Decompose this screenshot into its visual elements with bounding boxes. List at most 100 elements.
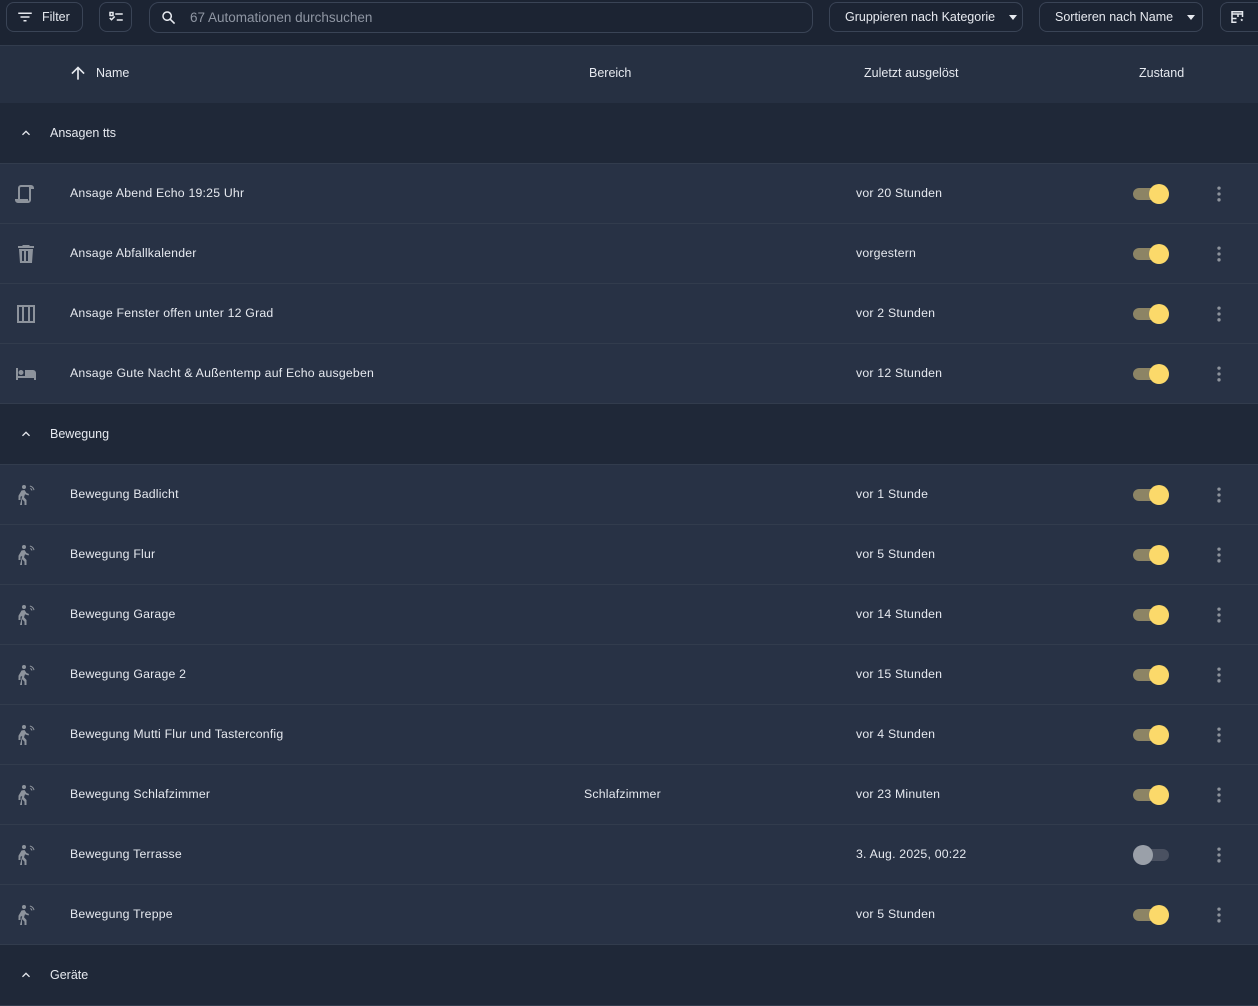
- column-name-header[interactable]: Name: [68, 63, 129, 83]
- automation-name: Bewegung Garage 2: [70, 667, 187, 681]
- search-input[interactable]: [188, 9, 792, 26]
- table-row[interactable]: Ansage Abfallkalender vorgestern: [0, 224, 1258, 284]
- dots-vertical-icon: [1217, 907, 1221, 923]
- overflow-menu-button[interactable]: [1208, 604, 1230, 626]
- table-row[interactable]: Bewegung Flur vor 5 Stunden: [0, 525, 1258, 585]
- table-row[interactable]: Bewegung Terrasse 3. Aug. 2025, 00:22: [0, 825, 1258, 885]
- group-header[interactable]: Bewegung: [0, 404, 1258, 465]
- script-icon: [14, 182, 38, 206]
- overflow-menu-button[interactable]: [1208, 544, 1230, 566]
- overflow-menu-button[interactable]: [1208, 183, 1230, 205]
- automation-last-triggered: vor 20 Stunden: [856, 186, 943, 200]
- dots-vertical-icon: [1217, 246, 1221, 262]
- automation-last-triggered: vor 5 Stunden: [856, 547, 936, 561]
- table-row[interactable]: Bewegung Garage 2 vor 15 Stunden: [0, 645, 1258, 705]
- group-label: Geräte: [50, 968, 89, 982]
- table-row[interactable]: Ansage Abend Echo 19:25 Uhr vor 20 Stunde…: [0, 164, 1258, 224]
- automation-enabled-toggle[interactable]: [1133, 484, 1171, 506]
- automation-last-triggered: vor 23 Minuten: [856, 787, 941, 801]
- bed-icon: [14, 362, 38, 386]
- table-row[interactable]: Bewegung Treppe vor 5 Stunden: [0, 885, 1258, 945]
- automation-enabled-toggle[interactable]: [1133, 844, 1171, 866]
- automation-last-triggered: vor 1 Stunde: [856, 487, 929, 501]
- dots-vertical-icon: [1217, 847, 1221, 863]
- chevron-down-icon: [1009, 14, 1018, 20]
- automation-name: Bewegung Schlafzimmer: [70, 787, 211, 801]
- search-field[interactable]: [149, 2, 813, 33]
- dots-vertical-icon: [1217, 787, 1221, 803]
- column-area-header[interactable]: Bereich: [589, 66, 631, 80]
- automation-name: Bewegung Badlicht: [70, 487, 179, 501]
- automation-name: Bewegung Mutti Flur und Tasterconfig: [70, 727, 284, 741]
- dots-vertical-icon: [1217, 607, 1221, 623]
- table-row[interactable]: Ansage Fenster offen unter 12 Grad vor 2 …: [0, 284, 1258, 344]
- automation-enabled-toggle[interactable]: [1133, 183, 1171, 205]
- table-row[interactable]: Bewegung Badlicht vor 1 Stunde: [0, 465, 1258, 525]
- overflow-menu-button[interactable]: [1208, 243, 1230, 265]
- overflow-menu-button[interactable]: [1208, 664, 1230, 686]
- automation-last-triggered: vor 5 Stunden: [856, 907, 936, 921]
- motion-sensor-icon: [14, 723, 38, 747]
- group-label: Bewegung: [50, 427, 110, 441]
- automation-last-triggered: vor 14 Stunden: [856, 607, 943, 621]
- group-header[interactable]: Geräte: [0, 945, 1258, 1006]
- table-row[interactable]: Ansage Gute Nacht & Außentemp auf Echo a…: [0, 344, 1258, 404]
- motion-sensor-icon: [14, 663, 38, 687]
- table-row[interactable]: Bewegung Garage vor 14 Stunden: [0, 585, 1258, 645]
- table-row[interactable]: Bewegung Mutti Flur und Tasterconfig vor …: [0, 705, 1258, 765]
- automation-enabled-toggle[interactable]: [1133, 303, 1171, 325]
- sort-by-button[interactable]: Sortieren nach Name: [1039, 2, 1203, 32]
- filter-button[interactable]: Filter: [6, 2, 83, 32]
- dots-vertical-icon: [1217, 727, 1221, 743]
- chevron-up-icon[interactable]: [18, 967, 34, 983]
- chevron-up-icon[interactable]: [18, 426, 34, 442]
- table-settings-button[interactable]: [1220, 2, 1258, 32]
- motion-sensor-icon: [14, 543, 38, 567]
- automation-name: Bewegung Treppe: [70, 907, 173, 921]
- table-row[interactable]: Bewegung Schlafzimmer Schlafzimmer vor 23 …: [0, 765, 1258, 825]
- automation-name: Ansage Fenster offen unter 12 Grad: [70, 306, 274, 320]
- column-last-triggered-header[interactable]: Zuletzt ausgelöst: [864, 66, 959, 80]
- toolbar: Filter Gruppieren nach Kategorie Sortier…: [0, 0, 1258, 46]
- selection-mode-button[interactable]: [99, 2, 132, 32]
- automation-enabled-toggle[interactable]: [1133, 904, 1171, 926]
- automation-enabled-toggle[interactable]: [1133, 724, 1171, 746]
- group-by-button[interactable]: Gruppieren nach Kategorie: [829, 2, 1023, 32]
- automation-enabled-toggle[interactable]: [1133, 784, 1171, 806]
- trash-can-icon: [14, 242, 38, 266]
- automation-enabled-toggle[interactable]: [1133, 544, 1171, 566]
- chevron-up-icon[interactable]: [18, 125, 34, 141]
- overflow-menu-button[interactable]: [1208, 784, 1230, 806]
- filter-label: Filter: [42, 10, 70, 24]
- automation-name: Ansage Abfallkalender: [70, 246, 197, 260]
- overflow-menu-button[interactable]: [1208, 363, 1230, 385]
- automation-enabled-toggle[interactable]: [1133, 363, 1171, 385]
- dots-vertical-icon: [1217, 487, 1221, 503]
- overflow-menu-button[interactable]: [1208, 303, 1230, 325]
- automation-enabled-toggle[interactable]: [1133, 604, 1171, 626]
- automation-last-triggered: vorgestern: [856, 246, 917, 260]
- table-header: Name Bereich Zuletzt ausgelöst Zustand: [0, 46, 1258, 104]
- automation-name: Bewegung Flur: [70, 547, 156, 561]
- group-label: Ansagen tts: [50, 126, 117, 140]
- automation-last-triggered: vor 15 Stunden: [856, 667, 943, 681]
- overflow-menu-button[interactable]: [1208, 724, 1230, 746]
- overflow-menu-button[interactable]: [1208, 484, 1230, 506]
- automation-name: Ansage Gute Nacht & Außentemp auf Echo a…: [70, 366, 375, 380]
- automation-enabled-toggle[interactable]: [1133, 664, 1171, 686]
- automation-name: Ansage Abend Echo 19:25 Uhr: [70, 186, 245, 200]
- sort-by-label: Sortieren nach Name: [1055, 10, 1174, 24]
- search-icon: [162, 10, 176, 24]
- automation-last-triggered: vor 2 Stunden: [856, 306, 936, 320]
- column-state-header[interactable]: Zustand: [1139, 66, 1184, 80]
- checklist-icon: [108, 11, 123, 21]
- automation-name: Bewegung Terrasse: [70, 847, 182, 861]
- group-by-label: Gruppieren nach Kategorie: [845, 10, 996, 24]
- automation-last-triggered: vor 12 Stunden: [856, 366, 943, 380]
- automation-enabled-toggle[interactable]: [1133, 243, 1171, 265]
- group-header[interactable]: Ansagen tts: [0, 103, 1258, 164]
- overflow-menu-button[interactable]: [1208, 904, 1230, 926]
- automation-last-triggered: 3. Aug. 2025, 00:22: [856, 847, 967, 861]
- automation-last-triggered: vor 4 Stunden: [856, 727, 936, 741]
- overflow-menu-button[interactable]: [1208, 844, 1230, 866]
